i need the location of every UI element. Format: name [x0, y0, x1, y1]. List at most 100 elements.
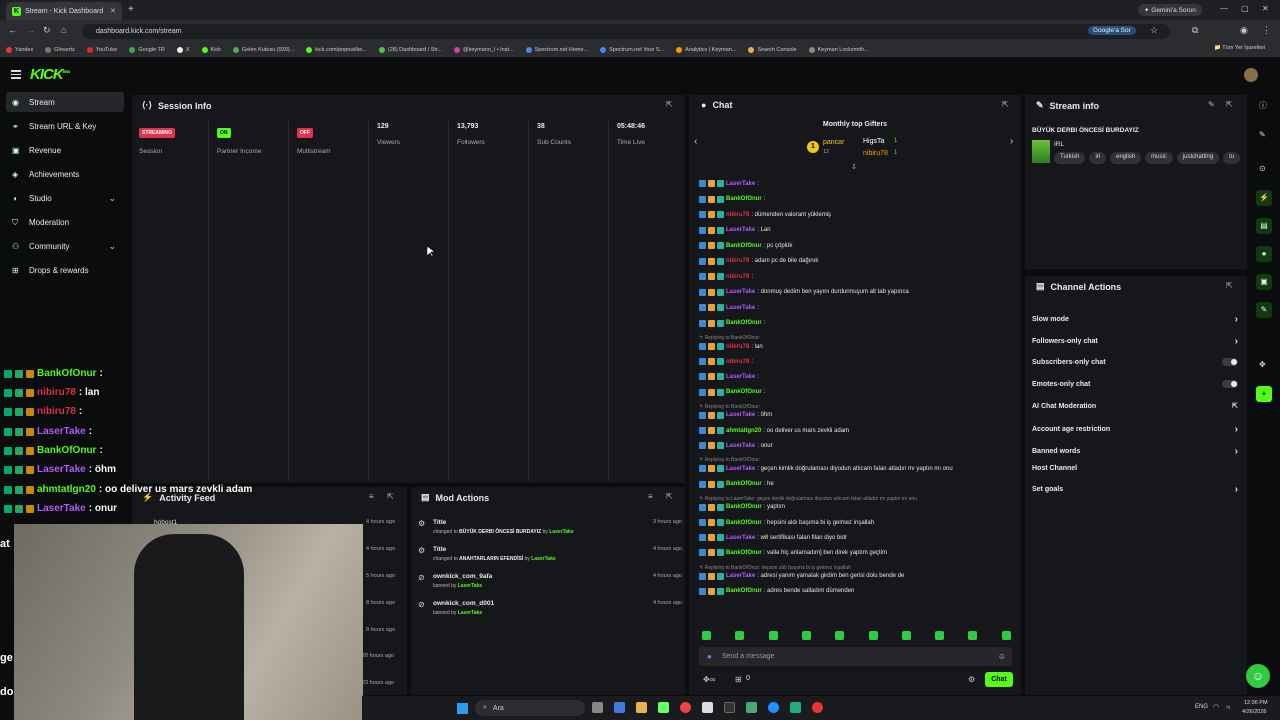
filter-icon[interactable]: ≡: [369, 492, 374, 501]
bookmark-item[interactable]: Google TR: [129, 46, 165, 53]
popout-icon[interactable]: ⇱: [1226, 100, 1233, 109]
taskbar-app-icon[interactable]: [592, 702, 603, 713]
pin-icon[interactable]: ⇩: [851, 163, 857, 171]
tab-close-icon[interactable]: ✕: [110, 7, 116, 15]
chat-username[interactable]: LaserTake: [726, 535, 755, 541]
emoji-icon[interactable]: ☺: [998, 652, 1006, 661]
chat-send-button[interactable]: Chat: [985, 672, 1013, 687]
back-icon[interactable]: ←: [8, 25, 17, 35]
channel-action-item[interactable]: Account age restriction ›: [1032, 424, 1238, 435]
google-ask-button[interactable]: Google'a Sor: [1088, 26, 1136, 35]
chat-username[interactable]: BankOfOnur: [726, 520, 762, 526]
taskbar-xbox-icon[interactable]: [658, 702, 669, 713]
channel-action-item[interactable]: Followers-only chat ›: [1032, 336, 1238, 347]
taskbar-search[interactable]: ⌕ Ara: [475, 700, 585, 716]
quick-emote-icon[interactable]: [868, 631, 878, 640]
home-icon[interactable]: ⌂: [61, 25, 66, 35]
gifter-name[interactable]: HigsTa: [863, 138, 884, 145]
sidebar-item-drops-rewards[interactable]: ⊞ Drops & rewards: [6, 260, 124, 280]
taskbar-app-icon[interactable]: [702, 702, 713, 713]
url-field[interactable]: dashboard.kick.com/stream: [82, 24, 1170, 39]
popout-icon[interactable]: ⇱: [666, 492, 673, 501]
taskbar-app-icon[interactable]: [614, 702, 625, 713]
edit-icon[interactable]: ✎: [1259, 130, 1266, 139]
chat-username[interactable]: nibiru78: [726, 258, 749, 264]
quick-emote-icon[interactable]: [801, 631, 811, 640]
chat-input[interactable]: ● Send a message ☺: [699, 647, 1012, 666]
quick-emote-icon[interactable]: [968, 631, 978, 640]
quick-emote-icon[interactable]: [901, 631, 911, 640]
gifter-name[interactable]: nibiru78: [863, 150, 888, 157]
volume-icon[interactable]: ◃: [1226, 703, 1230, 711]
bookmark-item[interactable]: Keyman Locksmith...: [808, 46, 869, 53]
sidebar-item-stream[interactable]: ◉ Stream: [6, 92, 124, 112]
quick-emote-icon[interactable]: [935, 631, 945, 640]
channel-action-item[interactable]: Banned words ›: [1032, 446, 1238, 457]
mod-action-user[interactable]: LaserTake: [549, 529, 573, 535]
tag-chip[interactable]: english: [1110, 152, 1142, 164]
rail-chat-icon[interactable]: ●: [1256, 246, 1272, 262]
sidebar-item-studio[interactable]: ◑ Studio ⌄: [6, 188, 124, 208]
mod-tools-icon[interactable]: ✥∞: [703, 675, 715, 684]
windows-start-icon[interactable]: [457, 703, 468, 714]
sidebar-item-moderation[interactable]: ⛉ Moderation: [6, 212, 124, 232]
tag-chip[interactable]: music: [1145, 152, 1173, 164]
quick-emote-icon[interactable]: [768, 631, 778, 640]
taskbar-chrome-icon[interactable]: [680, 702, 691, 713]
gifter-name[interactable]: pancar: [823, 139, 844, 146]
sidebar-item-revenue[interactable]: ▣ Revenue: [6, 140, 124, 160]
bookmark-item[interactable]: Glovertz: [45, 46, 75, 53]
chevron-right-icon[interactable]: ›: [1010, 136, 1013, 147]
support-chat-icon[interactable]: ☺: [1246, 664, 1270, 688]
rail-wrench-icon[interactable]: ✎: [1256, 302, 1272, 318]
gift-icon[interactable]: ⊞: [735, 675, 742, 684]
toggle-switch[interactable]: [1222, 380, 1238, 388]
bookmark-item[interactable]: Analytics | Keyman...: [676, 46, 736, 53]
maximize-icon[interactable]: ▢: [1241, 4, 1249, 13]
language-indicator[interactable]: ENG: [1195, 704, 1208, 710]
chat-username[interactable]: nibiru78: [726, 344, 749, 350]
rail-actions-icon[interactable]: ▣: [1256, 274, 1272, 290]
tag-chip[interactable]: irl: [1089, 152, 1107, 164]
rail-clipboard-icon[interactable]: ▤: [1256, 218, 1272, 234]
chat-username[interactable]: BankOfOnur: [726, 504, 762, 510]
mod-action-user[interactable]: LaserTake: [458, 583, 482, 589]
settings-gear-icon[interactable]: ⚙: [968, 675, 975, 684]
tag-chip[interactable]: Turkish: [1054, 152, 1086, 164]
chat-username[interactable]: LaserTake: [726, 181, 755, 187]
channel-action-item[interactable]: Set goals ›: [1032, 484, 1238, 495]
popout-icon[interactable]: ⇱: [1002, 100, 1009, 109]
chat-username[interactable]: BankOfOnur: [726, 588, 762, 594]
rail-add-icon[interactable]: +: [1256, 386, 1272, 402]
all-bookmarks[interactable]: 📁 Tüm Yer İşaretleri: [1214, 45, 1265, 51]
bookmark-item[interactable]: (28) Dashboard / Str...: [378, 46, 442, 53]
info-icon[interactable]: ⓘ: [1259, 100, 1267, 111]
channel-action-item[interactable]: Subscribers-only chat: [1032, 358, 1238, 366]
bookmark-item[interactable]: Spectrum.net Home...: [525, 46, 588, 53]
browser-tab[interactable]: K Stream - Kick Dashboard ✕: [6, 2, 122, 20]
filter-icon[interactable]: ≡: [648, 492, 653, 501]
chat-username[interactable]: LaserTake: [726, 443, 755, 449]
wifi-icon[interactable]: ◠: [1213, 703, 1219, 711]
bookmark-item[interactable]: YouTube: [86, 46, 117, 53]
rail-tools-icon[interactable]: ✥: [1259, 360, 1266, 369]
bookmark-item[interactable]: Gelen Kutusu (939)...: [232, 46, 294, 53]
chat-username[interactable]: BankOfOnur: [726, 550, 762, 556]
chat-username[interactable]: LaserTake: [726, 466, 755, 472]
taskbar-explorer-icon[interactable]: [636, 702, 647, 713]
sidebar-item-achievements[interactable]: ◈ Achievements: [6, 164, 124, 184]
quick-emote-icon[interactable]: [1001, 631, 1011, 640]
sidebar-item-community[interactable]: ⚇ Community ⌄: [6, 236, 124, 256]
chat-username[interactable]: LaserTake: [726, 227, 755, 233]
mod-action-user[interactable]: LaserTake: [531, 556, 555, 562]
bookmark-item[interactable]: Spectrum.net Your S...: [600, 46, 664, 53]
menu-kebab-icon[interactable]: ⋮: [1262, 25, 1271, 36]
chat-username[interactable]: nibiru78: [726, 359, 749, 365]
chat-username[interactable]: BankOfOnur: [726, 481, 762, 487]
bookmark-item[interactable]: Search Console: [748, 46, 797, 53]
channel-action-item[interactable]: Emotes-only chat: [1032, 380, 1238, 388]
gemini-button[interactable]: ✦ Gemini'a Sorun: [1138, 4, 1202, 16]
mod-action-user[interactable]: LaserTake: [458, 610, 482, 616]
popout-icon[interactable]: ⇱: [666, 100, 673, 109]
quick-emote-icon[interactable]: [735, 631, 745, 640]
